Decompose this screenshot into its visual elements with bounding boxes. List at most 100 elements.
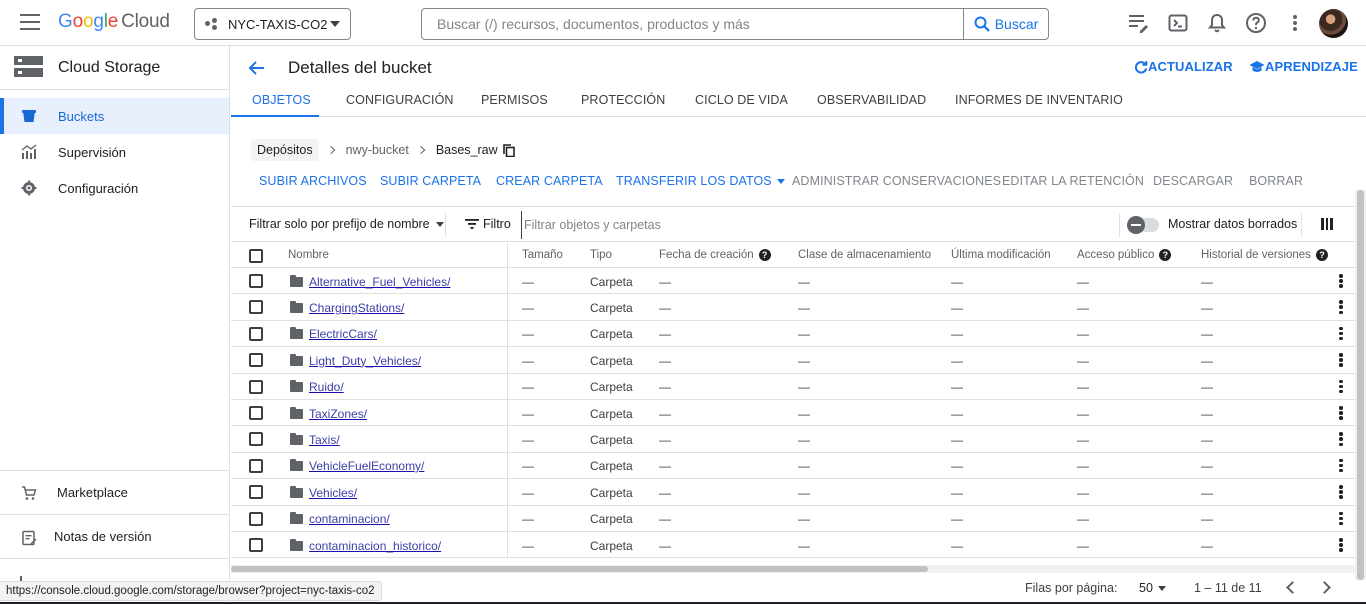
table-row[interactable]: VehicleFuelEconomy/ — Carpeta — — — — — bbox=[231, 452, 1366, 480]
table-row[interactable]: ChargingStations/ — Carpeta — — — — — bbox=[231, 294, 1366, 321]
scrollbar-thumb[interactable] bbox=[231, 566, 928, 572]
column-header-created[interactable]: Fecha de creación? bbox=[659, 249, 771, 261]
prefix-filter-select[interactable]: Filtrar solo por prefijo de nombre bbox=[249, 217, 444, 231]
row-checkbox[interactable] bbox=[249, 300, 263, 315]
more-vert-icon[interactable] bbox=[1339, 538, 1343, 552]
row-checkbox[interactable] bbox=[249, 485, 263, 500]
tab-objects[interactable]: OBJETOS bbox=[252, 93, 311, 107]
delete-button[interactable]: BORRAR bbox=[1249, 174, 1303, 188]
table-row[interactable]: TaxiZones/ — Carpeta — — — — — bbox=[231, 400, 1366, 427]
folder-link[interactable]: ElectricCars/ bbox=[309, 327, 377, 341]
download-button[interactable]: DESCARGAR bbox=[1153, 174, 1233, 188]
show-deleted-toggle[interactable] bbox=[1127, 216, 1159, 234]
notifications-icon[interactable] bbox=[1206, 12, 1228, 34]
folder-link[interactable]: Alternative_Fuel_Vehicles/ bbox=[309, 275, 450, 289]
column-header-version-history[interactable]: Historial de versiones? bbox=[1201, 249, 1328, 261]
search-button[interactable]: Buscar bbox=[963, 9, 1048, 39]
row-checkbox[interactable] bbox=[249, 406, 263, 420]
tab-inventory-reports[interactable]: INFORMES DE INVENTARIO bbox=[955, 93, 1123, 107]
upload-folder-button[interactable]: SUBIR CARPETA bbox=[380, 174, 481, 188]
row-checkbox[interactable] bbox=[249, 274, 263, 288]
search-input[interactable] bbox=[422, 9, 965, 39]
tab-lifecycle[interactable]: CICLO DE VIDA bbox=[695, 93, 788, 107]
sidebar-item-monitoring[interactable]: Supervisión bbox=[0, 134, 229, 170]
folder-link[interactable]: Ruido/ bbox=[309, 380, 344, 394]
row-checkbox[interactable] bbox=[249, 326, 263, 341]
upload-files-button[interactable]: SUBIR ARCHIVOS bbox=[259, 174, 367, 188]
table-row[interactable]: ElectricCars/ — Carpeta — — — — — bbox=[231, 320, 1366, 348]
more-vert-icon[interactable] bbox=[1339, 485, 1343, 499]
edit-retention-button[interactable]: EDITAR LA RETENCIÓN bbox=[1002, 174, 1144, 188]
sidebar-item-marketplace[interactable]: Marketplace bbox=[0, 474, 229, 510]
help-icon[interactable] bbox=[1245, 12, 1267, 34]
main-menu-icon[interactable] bbox=[20, 14, 40, 32]
table-row[interactable]: Alternative_Fuel_Vehicles/ — Carpeta — — — — — bbox=[231, 268, 1366, 295]
cloud-shell-icon[interactable] bbox=[1167, 12, 1189, 34]
more-vert-icon[interactable] bbox=[1284, 12, 1306, 34]
folder-link[interactable]: Taxis/ bbox=[309, 433, 340, 447]
tab-protection[interactable]: PROTECCIÓN bbox=[581, 93, 665, 107]
folder-link[interactable]: Vehicles/ bbox=[309, 486, 357, 500]
more-vert-icon[interactable] bbox=[1339, 458, 1343, 473]
row-checkbox[interactable] bbox=[249, 432, 263, 447]
column-header-type[interactable]: Tipo bbox=[590, 249, 612, 261]
horizontal-scrollbar[interactable] bbox=[231, 565, 1366, 573]
help-icon[interactable]: ? bbox=[758, 249, 771, 261]
avatar[interactable] bbox=[1319, 9, 1348, 38]
folder-link[interactable]: contaminacion/ bbox=[309, 512, 390, 526]
more-vert-icon[interactable] bbox=[1339, 326, 1343, 341]
sidebar-item-buckets[interactable]: Buckets bbox=[0, 98, 229, 134]
help-icon[interactable]: ? bbox=[1315, 249, 1328, 261]
table-row[interactable]: Light_Duty_Vehicles/ — Carpeta — — — — — bbox=[231, 347, 1366, 374]
tab-configuration[interactable]: CONFIGURACIÓN bbox=[346, 93, 454, 107]
filter-button[interactable]: Filtro bbox=[465, 217, 511, 231]
more-vert-icon[interactable] bbox=[1339, 353, 1343, 367]
more-vert-icon[interactable] bbox=[1339, 511, 1343, 526]
tab-permissions[interactable]: PERMISOS bbox=[481, 93, 548, 107]
more-vert-icon[interactable] bbox=[1339, 432, 1343, 447]
more-vert-icon[interactable] bbox=[1339, 406, 1343, 420]
column-header-size[interactable]: Tamaño bbox=[522, 249, 563, 261]
folder-link[interactable]: TaxiZones/ bbox=[309, 407, 367, 421]
folder-link[interactable]: ChargingStations/ bbox=[309, 301, 404, 315]
manage-holds-button[interactable]: ADMINISTRAR CONSERVACIONES bbox=[792, 174, 1001, 188]
refresh-button[interactable]: ACTUALIZAR bbox=[1134, 59, 1233, 74]
rows-per-page-select[interactable]: 50 bbox=[1139, 581, 1166, 595]
folder-link[interactable]: contaminacion_historico/ bbox=[309, 539, 441, 553]
filter-input[interactable] bbox=[521, 211, 1111, 239]
folder-link[interactable]: VehicleFuelEconomy/ bbox=[309, 459, 424, 473]
table-row[interactable]: Vehicles/ — Carpeta — — — — — bbox=[231, 479, 1366, 506]
sidebar-item-settings[interactable]: Configuración bbox=[0, 170, 229, 206]
folder-link[interactable]: Light_Duty_Vehicles/ bbox=[309, 354, 421, 368]
create-folder-button[interactable]: CREAR CARPETA bbox=[496, 174, 603, 188]
column-header-storage-class[interactable]: Clase de almacenamiento bbox=[798, 249, 931, 261]
notes-icon[interactable] bbox=[1127, 12, 1149, 34]
table-row[interactable]: Taxis/ — Carpeta — — — — — bbox=[231, 426, 1366, 453]
row-checkbox[interactable] bbox=[249, 379, 263, 394]
row-checkbox[interactable] bbox=[249, 511, 263, 526]
breadcrumb-bucket[interactable]: nwy-bucket bbox=[346, 143, 409, 157]
table-row[interactable]: Ruido/ — Carpeta — — — — — bbox=[231, 373, 1366, 400]
back-arrow-icon[interactable] bbox=[247, 58, 267, 78]
help-icon[interactable]: ? bbox=[1159, 249, 1172, 261]
copy-icon[interactable] bbox=[502, 143, 515, 157]
sidebar-item-release-notes[interactable]: Notas de versión bbox=[0, 518, 229, 554]
column-display-icon[interactable] bbox=[1321, 218, 1334, 230]
transfer-data-button[interactable]: TRANSFERIR LOS DATOS bbox=[616, 174, 785, 188]
table-row[interactable]: contaminacion_historico/ — Carpeta — — — — — bbox=[231, 532, 1366, 559]
project-selector[interactable]: NYC-TAXIS-CO2 bbox=[194, 8, 351, 40]
row-checkbox[interactable] bbox=[249, 458, 263, 473]
column-header-public-access[interactable]: Acceso público? bbox=[1077, 249, 1172, 261]
more-vert-icon[interactable] bbox=[1339, 274, 1343, 288]
scrollbar-thumb[interactable] bbox=[1357, 190, 1364, 580]
google-cloud-logo[interactable]: Google Cloud bbox=[58, 11, 170, 33]
row-checkbox[interactable] bbox=[249, 538, 263, 552]
column-header-modified[interactable]: Última modificación bbox=[951, 249, 1051, 261]
next-page-icon[interactable] bbox=[1318, 581, 1331, 594]
more-vert-icon[interactable] bbox=[1339, 379, 1343, 394]
column-header-name[interactable]: Nombre bbox=[288, 249, 329, 261]
breadcrumb-root[interactable]: Depósitos bbox=[251, 139, 319, 161]
row-checkbox[interactable] bbox=[249, 353, 263, 368]
vertical-scrollbar[interactable] bbox=[1355, 190, 1366, 580]
learn-button[interactable]: APRENDIZAJE bbox=[1249, 59, 1358, 74]
